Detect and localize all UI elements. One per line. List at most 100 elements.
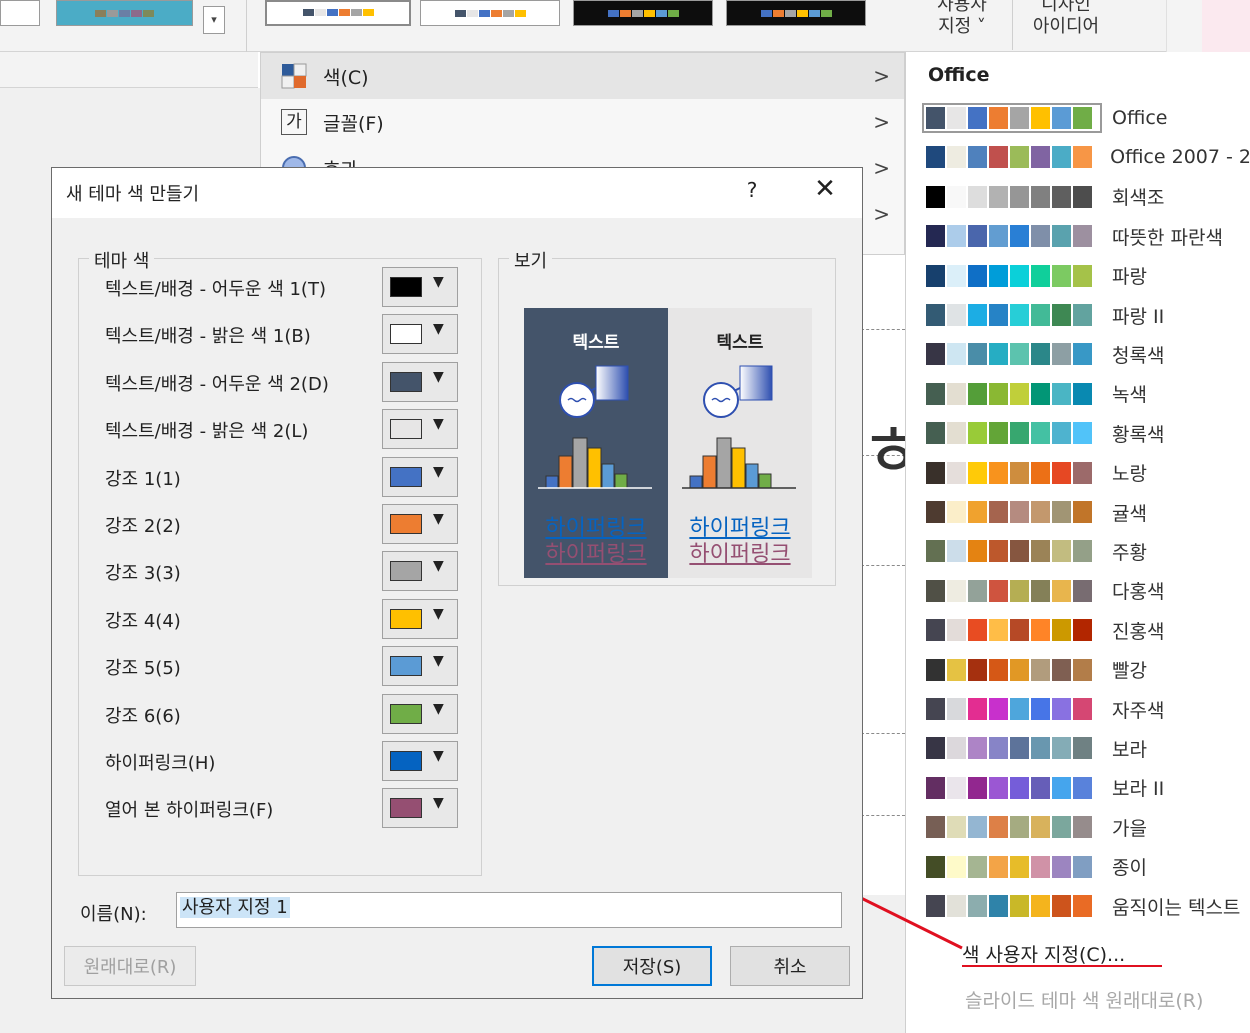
swatch	[947, 501, 966, 523]
swatch	[968, 658, 987, 681]
swatch	[989, 422, 1008, 445]
swatch	[1052, 107, 1071, 129]
swatch	[968, 737, 987, 760]
reset-button[interactable]: 원래대로(R)	[64, 946, 196, 986]
theme-swatch-strip	[926, 619, 1098, 642]
dropdown-caret-icon: ▼	[433, 558, 444, 575]
dropdown-caret-icon: ▼	[433, 511, 444, 527]
color-theme-option[interactable]: 따뜻한 파란색	[926, 218, 1250, 254]
theme-variant-thumb-1[interactable]	[56, 0, 193, 26]
variant-option-3[interactable]	[573, 0, 713, 26]
cancel-button[interactable]: 취소	[730, 946, 850, 986]
customize-button[interactable]: 사용자 지정 ˅	[912, 0, 1012, 44]
swatch	[989, 855, 1008, 878]
swatch	[1010, 698, 1029, 720]
color-picker-button[interactable]: ▼	[382, 456, 458, 497]
theme-name-input[interactable]: 사용자 지정 1	[176, 892, 842, 928]
color-theme-option[interactable]: 황록색	[926, 415, 1250, 451]
swatch	[1052, 461, 1071, 484]
theme-variant-thumb-0[interactable]	[0, 0, 40, 26]
customize-colors-link[interactable]: 색 사용자 지정(C)...	[962, 940, 1125, 967]
variant-swatch	[643, 10, 655, 17]
swatch	[1010, 461, 1029, 484]
close-button[interactable]: ✕	[812, 174, 838, 204]
color-theme-name: 보라 II	[1112, 778, 1165, 801]
theme-color-row: 텍스트/배경 - 어두운 색 2(D) ▼	[65, 361, 465, 402]
swatch	[926, 107, 945, 129]
color-picker-button[interactable]: ▼	[382, 741, 458, 781]
color-theme-option[interactable]: 보라 II	[926, 770, 1250, 806]
color-theme-option[interactable]: 진홍색	[926, 612, 1250, 648]
color-theme-option[interactable]: Office 2007 - 2	[926, 139, 1250, 175]
swatch	[968, 816, 987, 839]
color-picker-button[interactable]: ▼	[382, 361, 458, 402]
theme-swatch-strip	[926, 264, 1098, 287]
help-button[interactable]: ?	[742, 178, 762, 202]
preview-panel: 텍스트 하이퍼링크 하이퍼링크 텍스트 하이퍼링크 하이퍼링크	[524, 308, 812, 578]
color-theme-option[interactable]: 주황	[926, 533, 1250, 569]
color-picker-button[interactable]: ▼	[382, 504, 458, 544]
swatch	[989, 382, 1008, 405]
swatch	[947, 146, 966, 169]
swatch	[989, 501, 1008, 523]
color-picker-button[interactable]: ▼	[382, 551, 458, 592]
gallery-more-button[interactable]: ▾	[203, 6, 225, 34]
swatch	[1052, 737, 1071, 760]
color-theme-name: 다홍색	[1112, 581, 1165, 604]
theme-swatch-strip	[926, 461, 1098, 484]
color-theme-option[interactable]: 파랑 II	[926, 297, 1250, 333]
color-theme-option[interactable]: 가을	[926, 809, 1250, 845]
color-theme-option[interactable]: 녹색	[926, 376, 1250, 412]
color-picker-button[interactable]: ▼	[382, 267, 458, 307]
color-picker-button[interactable]: ▼	[382, 693, 458, 734]
color-theme-option[interactable]: 회색조	[926, 179, 1250, 215]
color-theme-name: 따뜻한 파란색	[1112, 226, 1223, 249]
swatch	[1052, 264, 1071, 287]
swatch	[926, 619, 945, 642]
preview-shapes	[538, 365, 652, 489]
swatch	[1073, 540, 1092, 563]
variant-option-1[interactable]	[265, 0, 411, 26]
swatch	[1052, 658, 1071, 681]
swatch	[1052, 185, 1071, 208]
menu-item-fonts[interactable]: 가 글꼴(F) >	[261, 99, 904, 145]
color-theme-option[interactable]: 파랑	[926, 258, 1250, 294]
color-theme-name: 녹색	[1112, 384, 1147, 407]
color-picker-button[interactable]: ▼	[382, 409, 458, 450]
swatch	[989, 776, 1008, 799]
name-label: 이름(N):	[80, 904, 147, 925]
reset-theme-colors-link[interactable]: 슬라이드 테마 색 원래대로(R)	[965, 986, 1203, 1013]
color-theme-option[interactable]: 청록색	[926, 336, 1250, 372]
color-squares-icon	[281, 63, 307, 89]
variant-swatch	[95, 10, 106, 17]
color-theme-option[interactable]: 노랑	[926, 455, 1250, 491]
color-picker-button[interactable]: ▼	[382, 314, 458, 355]
design-ideas-button[interactable]: 디자인 아이디어	[1012, 0, 1120, 44]
save-button[interactable]: 저장(S)	[592, 946, 712, 986]
color-theme-option[interactable]: 다홍색	[926, 573, 1250, 609]
swatch	[1052, 225, 1071, 248]
color-theme-name: 파랑 II	[1112, 305, 1165, 328]
color-theme-name: 빨강	[1112, 660, 1147, 683]
variant-swatch	[760, 10, 772, 17]
color-theme-option[interactable]: 빨강	[926, 652, 1250, 688]
color-picker-button[interactable]: ▼	[382, 646, 458, 687]
color-theme-option[interactable]: 움직이는 텍스트	[926, 888, 1250, 924]
group-title: 보기	[509, 247, 553, 273]
theme-color-row: 강조 3(3) ▼	[65, 551, 465, 592]
color-theme-option[interactable]: Office	[922, 100, 1250, 136]
variant-option-4[interactable]	[726, 0, 866, 26]
swatch	[1031, 185, 1050, 208]
variant-option-2[interactable]	[420, 0, 560, 26]
theme-swatch-strip	[926, 698, 1098, 720]
color-theme-option[interactable]: 종이	[926, 849, 1250, 885]
color-theme-option[interactable]: 보라	[926, 730, 1250, 766]
color-picker-button[interactable]: ▼	[382, 598, 458, 639]
color-picker-button[interactable]: ▼	[382, 788, 458, 829]
swatch	[1010, 619, 1029, 642]
variant-swatch	[362, 9, 374, 16]
swatch	[1052, 422, 1071, 445]
color-theme-option[interactable]: 귤색	[926, 494, 1250, 530]
menu-item-colors[interactable]: 색(C) >	[261, 53, 904, 99]
color-theme-option[interactable]: 자주색	[926, 691, 1250, 727]
